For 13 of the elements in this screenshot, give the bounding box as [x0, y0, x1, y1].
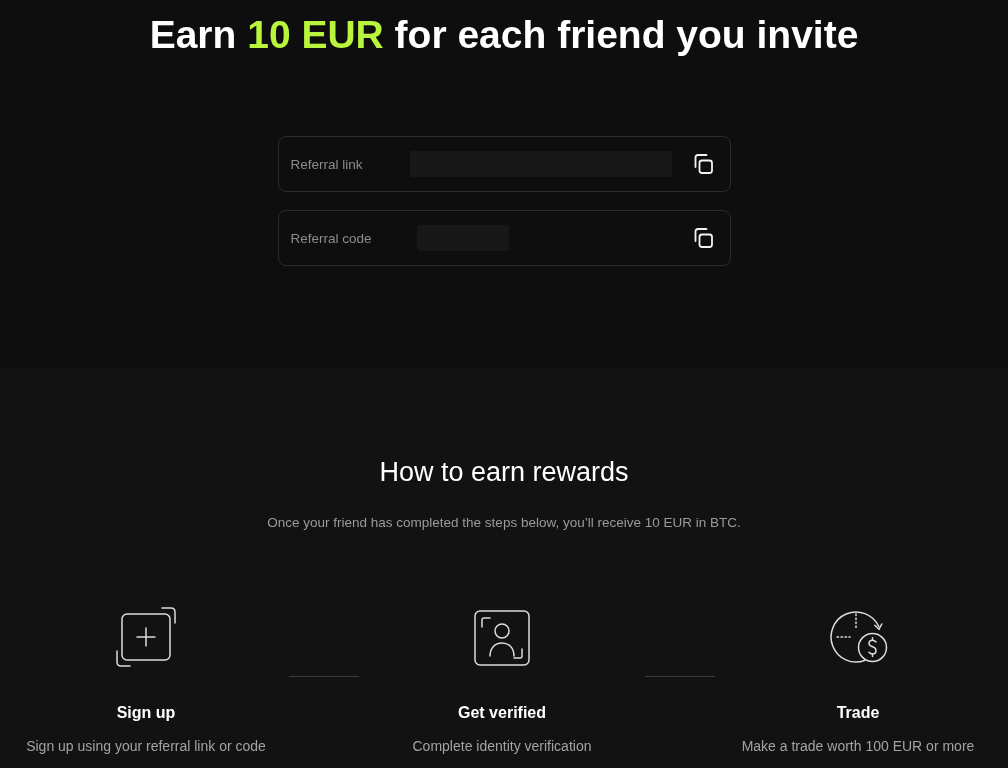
step-title: Sign up	[116, 703, 176, 723]
step-connector	[289, 676, 359, 677]
section-title: How to earn rewards	[379, 456, 629, 489]
step-title: Trade	[836, 703, 880, 723]
step-description: Make a trade worth 100 EUR or more	[741, 737, 975, 756]
step-connector	[645, 676, 715, 677]
field-label: Referral link	[290, 156, 364, 172]
section-subtitle: Once your friend has completed the steps below, you’ll receive 10 EUR in BTC.	[267, 514, 741, 532]
field-label: Referral code	[290, 230, 373, 246]
step-title: Get verified	[458, 703, 546, 723]
step-description: Sign up using your referral link or code	[26, 737, 266, 756]
headline: Earn 10 EUR for each friend you invite	[149, 13, 859, 57]
step-description: Complete identity verification	[412, 737, 592, 756]
